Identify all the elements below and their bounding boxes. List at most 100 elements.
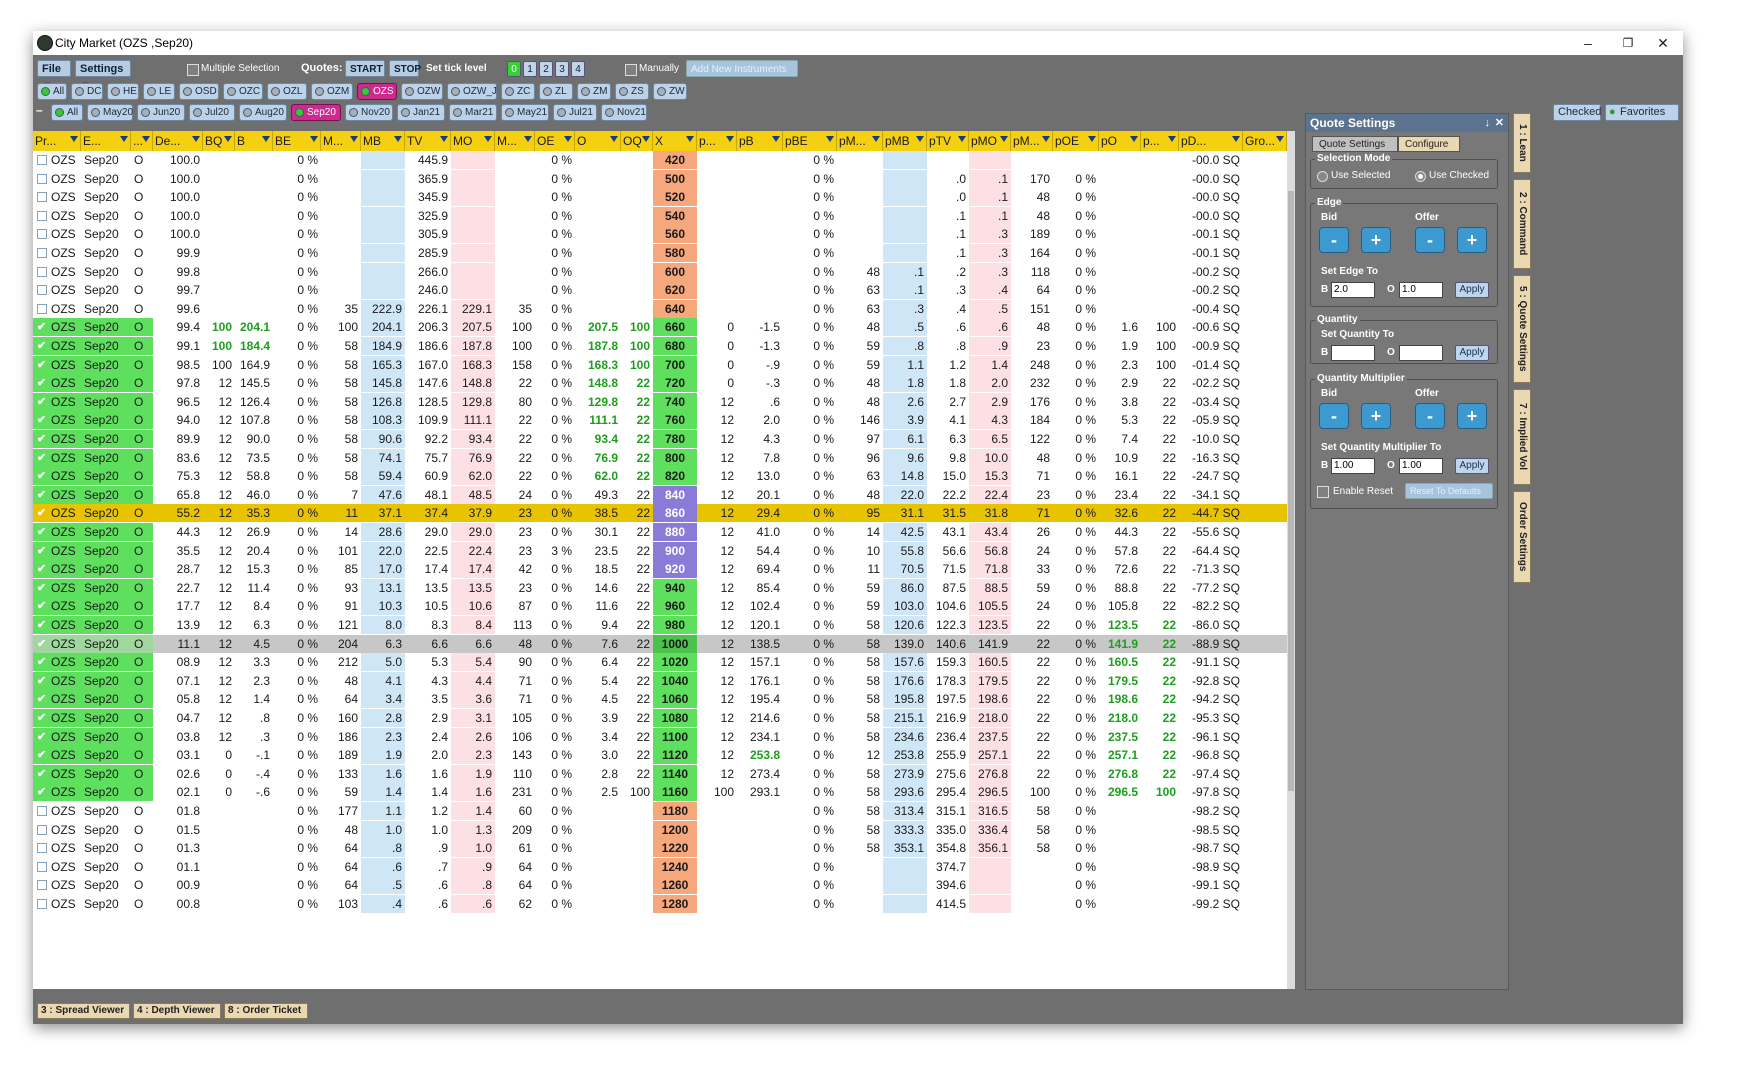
row-checkbox[interactable]: ✔ xyxy=(37,378,47,389)
tick-level-4[interactable]: 4 xyxy=(571,61,585,77)
table-row[interactable]: ✔ OZS Sep20 O 02.1 0 -.6 0 % 59 1.4 1.4 1.6 231 0 % 2.… xyxy=(33,783,1287,802)
column-header-5[interactable]: B xyxy=(235,131,273,151)
product-chip-dc[interactable]: DC xyxy=(71,83,103,100)
row-checkbox[interactable]: ✔ xyxy=(37,415,47,426)
filter-dropdown-icon[interactable] xyxy=(120,136,128,142)
filter-dropdown-icon[interactable] xyxy=(142,136,150,142)
product-chip-ozw-j[interactable]: OZW_J xyxy=(447,83,497,100)
edge-b-input[interactable]: 2.0 xyxy=(1331,282,1375,298)
filter-dropdown-icon[interactable] xyxy=(484,136,492,142)
enable-reset-checkbox[interactable] xyxy=(1317,486,1329,498)
table-row[interactable]: ✔ OZS Sep20 O 22.7 12 11.4 0 % 93 13.1 13.5 13.5 23 0… xyxy=(33,578,1287,597)
row-checkbox[interactable] xyxy=(37,173,47,184)
table-row[interactable]: OZS Sep20 O 99.8 0 % 266.0 0 % 600 0 % 48.1.2.3 11… xyxy=(33,262,1287,281)
row-checkbox[interactable] xyxy=(37,192,47,203)
column-header-19[interactable]: pM... xyxy=(837,131,883,151)
mult-bid-minus-button[interactable]: - xyxy=(1319,403,1349,429)
row-checkbox[interactable]: ✔ xyxy=(37,601,47,612)
product-cell[interactable]: OZS xyxy=(33,170,81,188)
column-header-22[interactable]: pMO xyxy=(969,131,1011,151)
filter-dropdown-icon[interactable] xyxy=(610,136,618,142)
column-header-15[interactable]: X xyxy=(653,131,697,151)
product-cell[interactable]: ✔ OZS xyxy=(33,392,81,411)
checked-button[interactable]: Checked xyxy=(1553,104,1601,121)
product-chip-zm[interactable]: ZM xyxy=(577,83,611,100)
month-chip-nov21[interactable]: Nov21 xyxy=(601,104,647,121)
row-checkbox[interactable] xyxy=(37,155,47,165)
product-cell[interactable]: OZS xyxy=(33,858,81,876)
table-row[interactable]: ✔ OZS Sep20 O 08.9 12 3.3 0 % 212 5.0 5.3 5.4 90 0 % 6… xyxy=(33,653,1287,672)
table-row[interactable]: OZS Sep20 O 99.7 0 % 246.0 0 % 620 0 % 63.1.3.4 64… xyxy=(33,281,1287,300)
table-row[interactable]: ✔ OZS Sep20 O 75.3 12 58.8 0 % 58 59.4 60.9 62.0 22 0… xyxy=(33,467,1287,486)
table-row[interactable]: ✔ OZS Sep20 O 65.8 12 46.0 0 % 7 47.6 48.1 48.5 24 0 … xyxy=(33,485,1287,504)
side-tab-lean[interactable]: 1 : Lean xyxy=(1513,113,1531,173)
product-cell[interactable]: ✔ OZS xyxy=(33,783,81,802)
product-cell[interactable]: OZS xyxy=(33,821,81,839)
row-checkbox[interactable]: ✔ xyxy=(37,489,47,500)
use-selected-radio[interactable] xyxy=(1317,171,1328,182)
table-row[interactable]: OZS Sep20 O 01.5 0 % 48 1.0 1.0 1.3 209 0 % 1200 0 %… xyxy=(33,820,1287,839)
table-row[interactable]: OZS Sep20 O 100.0 0 % 365.9 0 % 500 0 % .0.1 170 0 … xyxy=(33,169,1287,188)
column-header-25[interactable]: pO xyxy=(1099,131,1141,151)
column-header-4[interactable]: BQ xyxy=(203,131,235,151)
table-row[interactable]: ✔ OZS Sep20 O 55.2 12 35.3 0 % 11 37.1 37.4 37.9 23 0… xyxy=(33,504,1287,523)
mult-offer-minus-button[interactable]: - xyxy=(1415,403,1445,429)
file-menu-button[interactable]: File ▼ xyxy=(37,60,71,92)
filter-dropdown-icon[interactable] xyxy=(1088,136,1096,142)
row-checkbox[interactable] xyxy=(37,285,47,296)
product-cell[interactable]: ✔ OZS xyxy=(33,560,81,579)
mult-offer-plus-button[interactable]: + xyxy=(1457,403,1487,429)
row-checkbox[interactable] xyxy=(37,824,47,835)
product-cell[interactable]: ✔ OZS xyxy=(33,764,81,783)
filter-dropdown-icon[interactable] xyxy=(524,136,532,142)
filter-dropdown-icon[interactable] xyxy=(1276,136,1284,142)
column-header-17[interactable]: pB xyxy=(737,131,783,151)
use-checked-radio[interactable] xyxy=(1415,171,1426,182)
column-header-16[interactable]: p... xyxy=(697,131,737,151)
table-row[interactable]: ✔ OZS Sep20 O 03.1 0 -.1 0 % 189 1.9 2.0 2.3 143 0 % 3… xyxy=(33,746,1287,765)
product-chip-he[interactable]: HE xyxy=(107,83,139,100)
column-header-11[interactable]: M... xyxy=(495,131,535,151)
table-row[interactable]: ✔ OZS Sep20 O 28.7 12 15.3 0 % 85 17.0 17.4 17.4 42 0… xyxy=(33,560,1287,579)
tick-level-1[interactable]: 1 xyxy=(523,61,537,77)
side-tab-implied-vol[interactable]: 7 : Implied Vol xyxy=(1513,389,1531,485)
manually-checkbox[interactable] xyxy=(625,64,637,76)
product-cell[interactable]: OZS xyxy=(33,281,81,299)
row-checkbox[interactable] xyxy=(37,266,47,277)
row-checkbox[interactable] xyxy=(37,861,47,872)
product-cell[interactable]: ✔ OZS xyxy=(33,597,81,616)
column-header-24[interactable]: pOE xyxy=(1053,131,1099,151)
row-checkbox[interactable] xyxy=(37,248,47,258)
product-cell[interactable]: ✔ OZS xyxy=(33,374,81,393)
product-cell[interactable]: OZS xyxy=(33,207,81,225)
table-row[interactable]: OZS Sep20 O 00.8 0 % 103.4.6.6 62 0 % 1280 0 % 414… xyxy=(33,895,1287,913)
row-checkbox[interactable] xyxy=(37,229,47,240)
product-cell[interactable]: ✔ OZS xyxy=(33,355,81,374)
table-row[interactable]: ✔ OZS Sep20 O 03.8 12.3 0 % 186 2.3 2.4 2.6 106 0 % 3… xyxy=(33,727,1287,746)
row-checkbox[interactable]: ✔ xyxy=(37,341,47,352)
product-chip-all[interactable]: All xyxy=(37,83,67,100)
table-row[interactable]: ✔ OZS Sep20 O 35.5 12 20.4 0 % 101 22.0 22.5 22.4 23… xyxy=(33,541,1287,560)
minimize-icon[interactable]: – xyxy=(1568,33,1608,53)
filter-dropdown-icon[interactable] xyxy=(262,136,270,142)
column-header-23[interactable]: pM... xyxy=(1011,131,1053,151)
product-chip-zl[interactable]: ZL xyxy=(539,83,573,100)
stop-button[interactable]: STOP xyxy=(389,60,421,77)
column-header-1[interactable]: E... xyxy=(81,131,131,151)
side-tab-order-settings[interactable]: Order Settings xyxy=(1513,491,1531,583)
row-checkbox[interactable]: ✔ xyxy=(37,434,47,445)
product-cell[interactable]: OZS xyxy=(33,225,81,243)
column-header-10[interactable]: MO xyxy=(451,131,495,151)
row-checkbox[interactable] xyxy=(37,843,47,854)
product-cell[interactable]: ✔ OZS xyxy=(33,448,81,467)
month-chip-nov20[interactable]: Nov20 xyxy=(345,104,393,121)
spread-viewer-tab[interactable]: 3 : Spread Viewer xyxy=(37,1003,130,1019)
grid-scrollbar[interactable] xyxy=(1287,131,1295,989)
column-header-21[interactable]: pTV xyxy=(927,131,969,151)
product-cell[interactable]: ✔ OZS xyxy=(33,467,81,486)
column-header-27[interactable]: pD... xyxy=(1179,131,1243,151)
mult-apply-button[interactable]: Apply xyxy=(1455,458,1489,474)
row-checkbox[interactable]: ✔ xyxy=(37,620,47,631)
table-row[interactable]: ✔ OZS Sep20 O 44.3 12 26.9 0 % 14 28.6 29.0 29.0 23 0… xyxy=(33,523,1287,541)
product-cell[interactable]: OZS xyxy=(33,839,81,857)
